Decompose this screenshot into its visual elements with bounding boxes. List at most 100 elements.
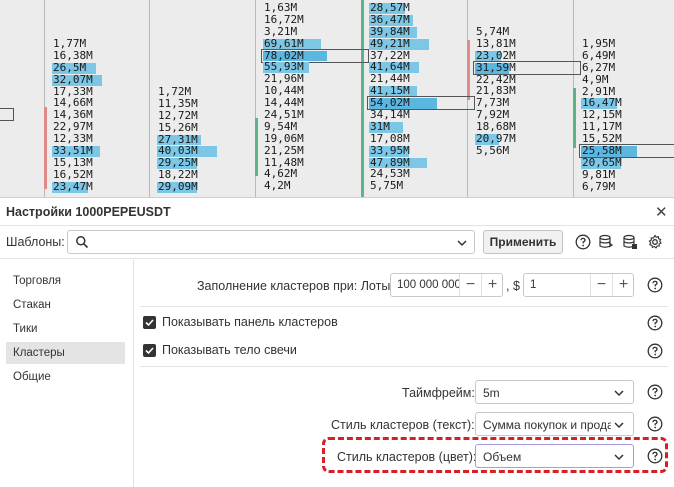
cluster-cell: 19,06M [263, 131, 304, 145]
candle-body [44, 107, 47, 189]
help-icon[interactable] [647, 384, 663, 400]
timeframe-select[interactable]: 5m [475, 380, 634, 404]
cluster-value: 31M [370, 119, 390, 133]
dialog-title: Настройки 1000PEPEUSDT [6, 205, 171, 219]
cluster-value: 19,06M [264, 131, 304, 145]
cluster-column: 1,72M 11,35M 12,72M 15,26M 27,31M 40,03M 29,25… [157, 86, 217, 194]
show-panel-checkbox[interactable] [143, 316, 156, 329]
cluster-column: 28,57M 36,47M 39,84M 49,21M 37,22M 41,64M 21,4… [367, 2, 475, 193]
cluster-value: 3,21M [264, 24, 298, 38]
cluster-value: 29,09M [158, 180, 198, 194]
settings-sidebar: Торговля Стакан Тики Кластеры Общие [0, 260, 134, 487]
candle-body [255, 118, 258, 176]
cluster-value: 16,38M [53, 48, 93, 62]
search-icon [76, 236, 89, 249]
cluster-value: 9,81M [582, 167, 616, 181]
cluster-value: 26,5M [53, 60, 87, 74]
cluster-cell: 20,65M [581, 155, 622, 169]
cluster-value: 13,81M [476, 36, 516, 50]
cluster-value: 16,72M [264, 12, 304, 26]
cluster-value: 33,95M [370, 143, 410, 157]
cluster-value: 20,65M [582, 155, 622, 169]
cluster-value: 9,54M [264, 119, 298, 133]
fill-lots-stepper[interactable]: 100 000 000 − + [390, 273, 503, 297]
cluster-cell: 4,9M [581, 73, 622, 86]
minus-icon[interactable]: − [590, 274, 612, 296]
cluster-cell: 21,25M [263, 143, 304, 157]
cluster-cell: 4,2M [263, 180, 304, 192]
help-icon[interactable] [647, 315, 663, 331]
cluster-value: 12,72M [158, 108, 198, 122]
cluster-cell: 17,08M [369, 131, 410, 145]
cluster-value: 11,35M [158, 96, 198, 110]
candle-body [467, 40, 470, 100]
cluster-cell: 23,47M [52, 180, 93, 193]
sidebar-item-orderbook[interactable]: Стакан [6, 294, 125, 316]
show-panel-label: Показывать панель кластеров [162, 315, 338, 329]
text-style-select[interactable]: Сумма покупок и продаж [475, 412, 634, 436]
gear-icon[interactable] [647, 234, 663, 250]
cluster-cell: 16,52M [52, 168, 93, 181]
templates-label: Шаблоны: [6, 235, 65, 249]
cluster-cell: 13,81M [475, 36, 516, 50]
minus-icon[interactable]: − [459, 274, 481, 296]
cluster-value: 49,21M [370, 36, 410, 50]
chevron-down-icon [457, 240, 467, 247]
text-style-value: Сумма покупок и продаж [483, 418, 611, 432]
close-icon[interactable]: ✕ [655, 203, 668, 221]
apply-button[interactable]: Применить [483, 230, 563, 254]
help-icon[interactable] [575, 234, 591, 250]
cluster-cell: 16,38M [52, 48, 93, 62]
fill-label: Заполнение кластеров при: Лоты [197, 279, 391, 293]
show-body-label: Показывать тело свечи [162, 343, 297, 357]
cluster-cell: 32,07M [52, 73, 102, 86]
cluster-cell: 6,49M [581, 49, 622, 62]
cluster-column: 1,63M 16,72M 3,21M 69,61M 78,02M 55,93M 21,96M… [261, 2, 369, 192]
cluster-value: 39,84M [370, 24, 410, 38]
plus-icon[interactable]: + [612, 274, 633, 296]
help-icon[interactable] [647, 343, 663, 359]
sidebar-item-general[interactable]: Общие [6, 366, 125, 388]
chevron-down-icon [614, 390, 624, 397]
fill-usd-stepper[interactable]: 1 − + [523, 273, 634, 297]
cluster-value: 21,25M [264, 143, 304, 157]
cluster-value: 5,75M [370, 179, 404, 193]
sidebar-item-ticks[interactable]: Тики [6, 318, 125, 340]
cluster-column: 5,74M 13,81M 23,02M 31,59M 22,42M 21,83M 7,73M… [473, 26, 581, 157]
database-delete-icon[interactable] [622, 234, 638, 250]
help-icon[interactable] [647, 277, 663, 293]
templates-select[interactable] [67, 230, 475, 254]
cluster-box [0, 108, 14, 121]
cluster-column: 1,95M 6,49M 6,27M 4,9M 2,91M 16,47M 12,15M 11,1… [579, 38, 674, 193]
dialog-titlebar: Настройки 1000PEPEUSDT ✕ [0, 198, 674, 226]
fill-lots-value: 100 000 000 [397, 279, 461, 291]
cluster-value: 6,27M [582, 60, 616, 74]
cluster-cell: 15,26M [157, 120, 198, 134]
highlight-annotation [322, 437, 668, 473]
cluster-value: 17,08M [370, 131, 410, 145]
cluster-column: 1,77M 16,38M 26,5M 32,07M 17,33M 14,66M 14,36M… [52, 38, 102, 193]
cluster-cell: 49,21M [369, 36, 429, 50]
help-icon[interactable] [647, 416, 663, 432]
templates-row: Шаблоны: Применить [0, 227, 674, 259]
cluster-cell: 26,5M [52, 60, 96, 74]
sidebar-item-trading[interactable]: Торговля [6, 270, 125, 292]
database-save-icon[interactable] [598, 234, 614, 250]
cluster-cell: 31,59M [473, 60, 581, 75]
cluster-cell: 16,72M [263, 12, 304, 26]
show-body-checkbox[interactable] [143, 344, 156, 357]
cluster-value: 15,13M [53, 155, 93, 169]
cluster-cell: 29,09M [157, 180, 198, 194]
cluster-cell: 6,79M [581, 180, 622, 193]
cluster-value: 15,26M [158, 120, 198, 134]
cluster-cell: 36,47M [369, 13, 413, 26]
cluster-value: 5,56M [476, 143, 510, 157]
cluster-cell: 3,21M [263, 24, 304, 38]
cluster-value: 31,59M [476, 60, 516, 74]
plus-icon[interactable]: + [481, 274, 502, 296]
cluster-chart: 1,77M 16,38M 26,5M 32,07M 17,33M 14,66M 14,36M… [0, 0, 674, 197]
timeframe-label: Таймфрейм: [402, 386, 475, 400]
cluster-cell: 15,13M [52, 155, 93, 169]
sidebar-item-clusters[interactable]: Кластеры [6, 342, 125, 364]
divider [140, 306, 668, 307]
